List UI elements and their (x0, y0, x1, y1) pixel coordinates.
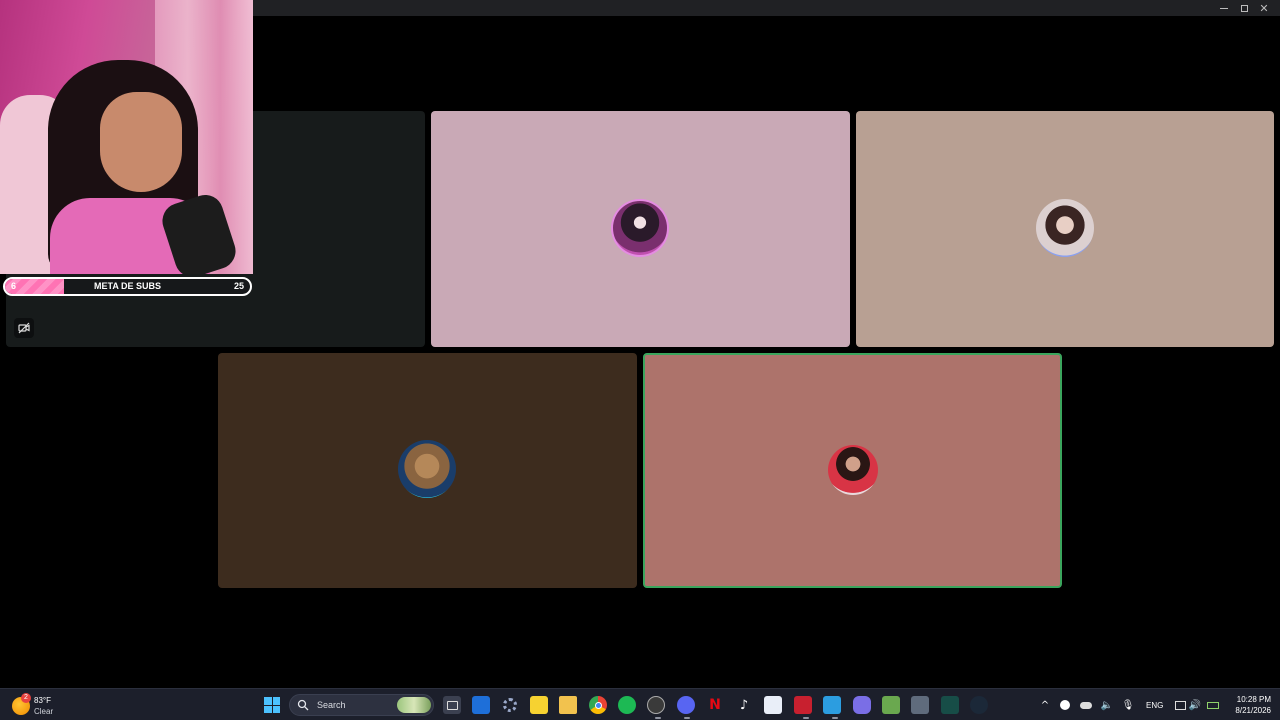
taskbar: 2 83°F Clear Search N ♪ ^ 🔈 🎙 ENG 🔊 10:2… (0, 688, 1280, 720)
app-running-indicator (655, 717, 661, 719)
calculator-icon[interactable] (911, 696, 929, 714)
search-highlight-image (397, 697, 431, 713)
speaker-icon[interactable]: 🔊 (1186, 696, 1204, 714)
steam-icon[interactable] (970, 696, 988, 714)
girl-selfie-avatar (1036, 199, 1094, 257)
camera-off-icon[interactable] (14, 318, 34, 338)
close-icon: ✕ (1259, 1, 1269, 15)
minimize-button[interactable] (1214, 0, 1234, 16)
search-icon (297, 699, 309, 711)
minecraft-icon[interactable] (882, 696, 900, 714)
task-view-icon[interactable] (443, 696, 461, 714)
app-running-indicator (684, 717, 690, 719)
sub-goal-target: 25 (233, 281, 244, 291)
search-placeholder: Search (317, 700, 346, 710)
photos-icon[interactable] (823, 696, 841, 714)
netflix-icon[interactable]: N (706, 696, 724, 714)
clock-time[interactable]: 10:28 PM (1229, 695, 1271, 704)
windows-logo-icon (264, 697, 280, 713)
app-running-indicator (803, 717, 809, 719)
chrome-icon[interactable] (589, 696, 607, 714)
participant-tile-1[interactable] (431, 111, 850, 347)
store-icon[interactable] (472, 696, 490, 714)
onedrive-cloud-icon[interactable] (1077, 696, 1095, 714)
settings-icon[interactable] (501, 696, 519, 714)
taskbar-search[interactable]: Search (289, 694, 434, 716)
streamer-webcam (0, 0, 253, 274)
weather-badge: 2 (21, 693, 31, 703)
weather-condition: Clear (34, 707, 54, 716)
voicemod-icon[interactable] (794, 696, 812, 714)
sub-goal-label: META DE SUBS (93, 281, 161, 291)
window-controls: ✕ (1214, 0, 1274, 16)
file-explorer-icon[interactable] (559, 696, 577, 714)
show-hidden-icons-chevron-icon[interactable]: ^ (1036, 696, 1054, 714)
girl-headphones-avatar (613, 201, 667, 255)
snipping-tool-icon[interactable] (764, 696, 782, 714)
desktop: ✕ 6 META DE SUBS 25 2 83°F Clear Search … (0, 0, 1280, 720)
battery-icon[interactable] (1204, 696, 1222, 714)
sticky-notes-icon[interactable] (530, 696, 548, 714)
tray-app-icon[interactable] (1056, 696, 1074, 714)
language-indicator[interactable]: ENG (1146, 701, 1163, 710)
sub-goal-bar: 6 META DE SUBS 25 (3, 277, 252, 296)
tiktok-icon[interactable]: ♪ (735, 696, 753, 714)
obs-icon[interactable] (647, 696, 665, 714)
discord-icon[interactable] (677, 696, 695, 714)
participant-tile-3[interactable] (218, 353, 637, 588)
weather-widget[interactable]: 2 83°F Clear (12, 692, 72, 718)
start-button[interactable] (263, 696, 281, 714)
spotify-icon[interactable] (618, 696, 636, 714)
close-button[interactable]: ✕ (1254, 0, 1274, 16)
terminal-icon[interactable] (941, 696, 959, 714)
participant-tile-4-speaking[interactable] (643, 353, 1062, 588)
microphone-tray-icon[interactable]: 🎙 (1119, 696, 1137, 714)
gamepad-icon[interactable] (853, 696, 871, 714)
app-running-indicator (832, 717, 838, 719)
volume-tray-icon[interactable]: 🔈 (1098, 696, 1116, 714)
woman-red-top-avatar (828, 445, 878, 495)
teddy-bear-avatar (398, 440, 456, 498)
weather-temp: 83°F (34, 696, 51, 705)
maximize-button[interactable] (1234, 0, 1254, 16)
clock-date[interactable]: 8/21/2026 (1225, 706, 1271, 715)
participant-tile-2[interactable] (856, 111, 1274, 347)
